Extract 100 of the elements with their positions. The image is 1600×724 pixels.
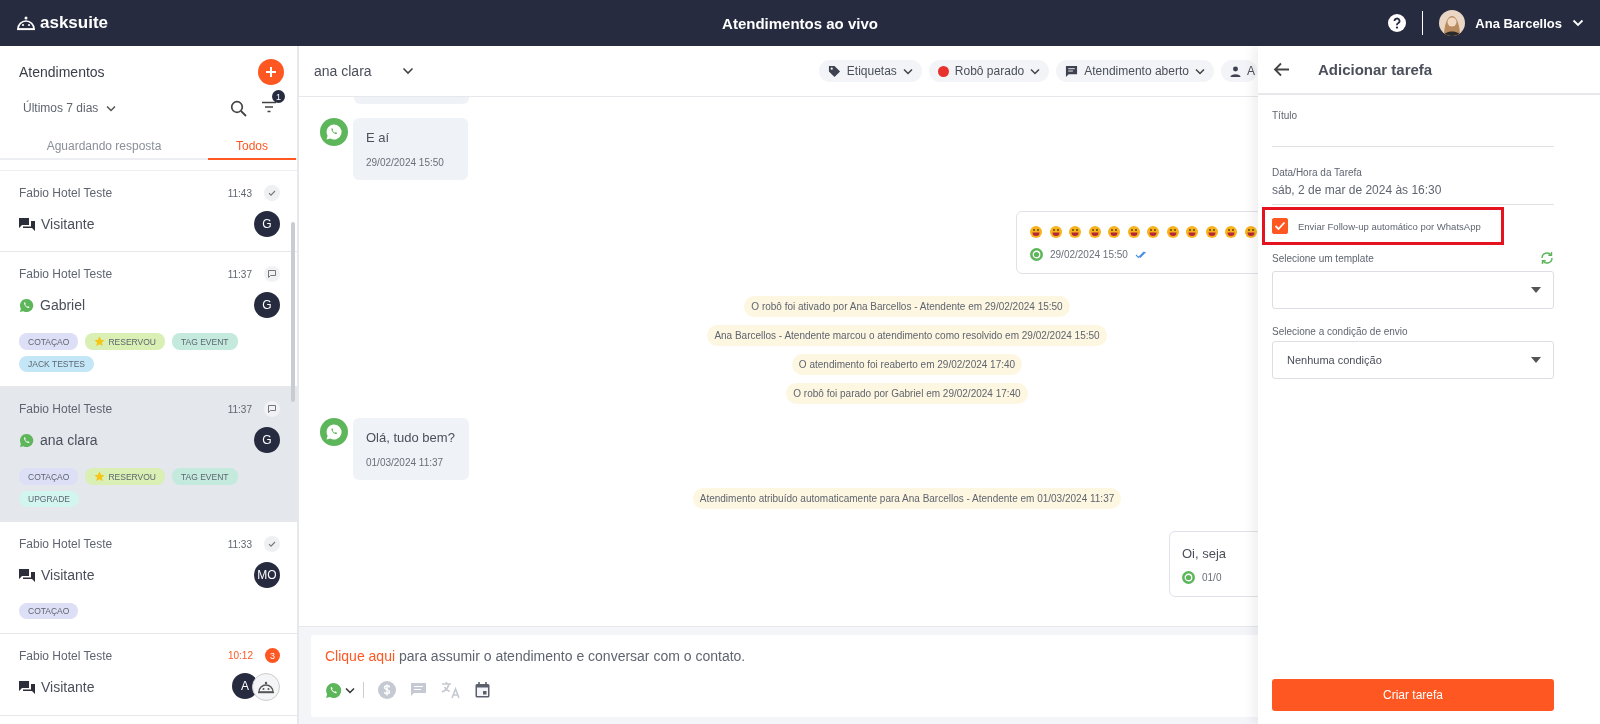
chevron-down-icon [401, 67, 414, 75]
chat-bubbles-icon [19, 679, 35, 695]
emoji-icon [1108, 226, 1120, 238]
dropdown-caret-icon [1531, 287, 1541, 293]
chevron-down-icon [1030, 67, 1041, 75]
unread-count-badge: 3 [265, 648, 280, 663]
header-chip[interactable]: Etiquetas [818, 60, 922, 82]
hotel-name: Fabio Hotel Teste [19, 186, 113, 200]
hotel-name: Fabio Hotel Teste [19, 537, 113, 551]
emoji-icon [1166, 226, 1179, 238]
conversation-item[interactable]: Fabio Hotel Teste 11:37 ana clara G COTAÇAO RESERVOU TAG EVENT UPGRADE [0, 387, 297, 522]
tag-chip: COTAÇAO [19, 603, 79, 619]
calendar-icon[interactable] [475, 682, 490, 698]
contact-name: ana clara [40, 432, 98, 448]
check-icon [264, 536, 280, 552]
emoji-icon [1244, 226, 1257, 238]
checkbox-label: Enviar Follow-up automático por WhatsApp [1298, 220, 1481, 232]
page-title: Atendimentos ao vivo [722, 14, 878, 32]
message-time: 29/02/2024 15:50 [366, 157, 445, 168]
search-icon[interactable] [230, 99, 247, 117]
takeover-prompt: Clique aqui para assumir o atendimento e conversar com o contato. [325, 648, 747, 664]
user-avatar-icon[interactable] [1439, 10, 1466, 36]
chat-bubbles-icon [19, 567, 35, 583]
tag-chip: JACK TESTES [19, 356, 94, 372]
chevron-down-icon[interactable] [345, 686, 355, 694]
refresh-icon[interactable] [1540, 251, 1554, 265]
emoji-icon [1127, 226, 1140, 238]
agent-avatar: G [254, 211, 280, 237]
chat-bubbles-icon [19, 216, 35, 232]
tag-chip: TAG EVENT [171, 333, 238, 350]
emoji-icon [1186, 226, 1198, 238]
brand-name: asksuite [40, 13, 109, 33]
tag-chip: RESERVOU [85, 333, 165, 350]
bot-logo-icon [16, 15, 36, 31]
chevron-down-icon [1195, 67, 1205, 75]
star-icon [94, 471, 106, 482]
comment-icon[interactable] [410, 682, 427, 698]
emoji-icon [1147, 226, 1159, 238]
person-icon [1230, 65, 1241, 77]
followup-checkbox[interactable] [1272, 218, 1288, 234]
contact-dropdown[interactable]: ana clara [314, 63, 414, 79]
tag-chip: TAG EVENT [171, 468, 238, 485]
conversation-time: 11:37 [227, 403, 252, 415]
user-name[interactable]: Ana Barcellos [1475, 15, 1562, 31]
dollar-icon[interactable] [378, 681, 396, 699]
contact-name: Gabriel [40, 297, 86, 313]
message-text: Olá, tudo bem? [366, 430, 455, 445]
help-icon[interactable] [1388, 14, 1407, 32]
emoji-icon [1225, 226, 1237, 238]
chat-icon [1065, 64, 1079, 78]
tag-chip: COTAÇAO [19, 468, 79, 485]
date-field[interactable]: Data/Hora da Tarefa sáb, 2 de mar de 2024 às 16:30 [1272, 147, 1554, 205]
field-label: Data/Hora da Tarefa [1272, 167, 1363, 178]
bot-avatar-icon [252, 673, 280, 701]
scroll-bar[interactable] [291, 222, 295, 402]
emoji-icon [1030, 226, 1042, 238]
conversation-time: 11:33 [227, 538, 252, 550]
back-arrow-icon[interactable] [1273, 62, 1290, 77]
translate-icon[interactable] [441, 681, 461, 699]
conversation-time: 11:43 [227, 187, 252, 199]
date-value: sáb, 2 de mar de 2024 às 16:30 [1272, 183, 1443, 197]
tag-chip: COTAÇAO [19, 333, 79, 350]
chevron-down-icon [106, 104, 117, 112]
plus-icon [265, 66, 277, 78]
system-note: O atendimento foi reaberto em 29/02/2024 17:40 [791, 354, 1023, 375]
chevron-down-icon [902, 67, 913, 75]
comment-icon [264, 266, 280, 282]
filter-count-badge: 1 [272, 90, 285, 103]
drawer-title: Adicionar tarefa [1318, 61, 1433, 78]
message-text: Oi, seja [1182, 546, 1228, 561]
agent-avatar: MO [254, 562, 280, 588]
agent-avatar: G [254, 292, 280, 318]
header-chip[interactable]: A [1221, 60, 1257, 82]
emoji-icon [1205, 226, 1218, 238]
star-icon [94, 336, 106, 347]
header-chip[interactable]: Robô parado [928, 60, 1050, 82]
emoji-icon [1069, 226, 1081, 238]
system-note: O robô foi parado por Gabriel em 29/02/2024 17:40 [786, 383, 1028, 404]
message-time: 29/02/2024 15:50 [1050, 249, 1128, 260]
condition-select[interactable]: Nenhuma condição [1272, 341, 1554, 379]
system-note: O robô foi ativado por Ana Barcellos - Atendente em 29/02/2024 15:50 [744, 296, 1070, 317]
conversation-time: 11:37 [227, 268, 252, 280]
system-note: Ana Barcellos - Atendente marcou o atendimento como resolvido em 29/02/2024 15:50 [707, 325, 1107, 346]
contact-name: Visitante [41, 216, 95, 232]
dropdown-caret-icon [1531, 357, 1541, 363]
period-dropdown[interactable]: Últimos 7 dias [23, 101, 117, 115]
add-button[interactable] [258, 59, 284, 85]
tag-icon [827, 64, 841, 78]
check-icon [1274, 221, 1286, 231]
emoji-icon [1088, 226, 1101, 238]
field-label: Selecione a condição de envio [1272, 326, 1409, 337]
conversation-time: 10:12 [227, 650, 253, 661]
title-field[interactable]: Título [1272, 95, 1554, 147]
message-text: E aí [366, 130, 391, 145]
emoji-icon [1049, 226, 1062, 238]
filter-icon[interactable] [261, 101, 277, 113]
system-note: Atendimento atribuído automaticamente para Ana Barcellos - Atendente em 01/03/2024 11:37 [692, 488, 1122, 509]
header-chip[interactable]: Atendimento aberto [1056, 60, 1214, 82]
field-label: Selecione um template [1272, 252, 1374, 264]
contact-name: Visitante [41, 567, 95, 583]
